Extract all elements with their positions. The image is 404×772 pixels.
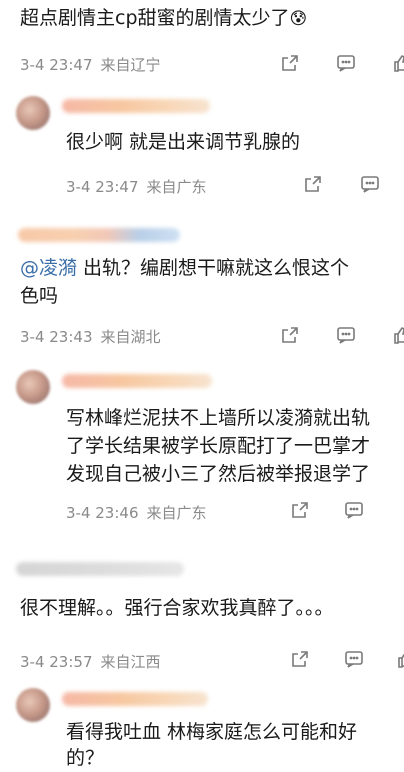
comment-body: 的？ [66,747,105,769]
timestamp: 3-4 23:47 [20,56,93,74]
username-blurred[interactable] [18,228,180,242]
location: 来自江西 [100,653,161,671]
comment-text-line2: 色吗 [20,282,58,310]
timestamp: 3-4 23:43 [20,328,93,346]
comment-meta: 3-4 23:46 来自广东 [66,502,207,523]
username-blurred[interactable] [62,99,210,113]
like-icon[interactable] [396,649,404,669]
reply-text-line3: 发现自己被小三了然后被举报退学了 [66,460,370,488]
comment-text: 超点剧情主cp甜蜜的剧情太少了😰 [20,4,307,33]
share-icon[interactable] [280,53,300,73]
timestamp: 3-4 23:47 [66,178,139,196]
comment-body: 看得我吐血 林梅家庭怎么可能和好 [66,721,358,743]
location: 来自广东 [146,504,207,522]
comment-icon[interactable] [336,53,356,73]
comment-text: 很不理解。。强行合家欢我真醉了。。。 [20,594,334,622]
comment-icon[interactable] [344,649,364,669]
username-blurred[interactable] [62,692,208,706]
comment-meta: 3-4 23:47 来自辽宁 [20,54,161,75]
comment-icon[interactable] [344,500,364,520]
share-icon[interactable] [290,649,310,669]
location: 来自广东 [146,178,207,196]
comment-body: 超点剧情主cp甜蜜的剧情太少了 [20,7,290,29]
comment-icon[interactable] [360,174,380,194]
reply-text-line1: 看得我吐血 林梅家庭怎么可能和好 [66,718,357,746]
timestamp: 3-4 23:57 [20,653,93,671]
reply-text-line2: 了学长结果被学长原配打了一巴掌才 [66,432,370,460]
comment-body: 写林峰烂泥扶不上墙所以凌漪就出轨 [66,407,371,429]
comment-body: 很少啊 就是出来调节乳腺的 [66,131,301,153]
reply-text: 很少啊 就是出来调节乳腺的 [66,128,300,156]
comment-body: 了学长结果被学长原配打了一巴掌才 [66,435,371,457]
mention-link[interactable]: @凌漪 [20,257,77,279]
comment-body: 很不理解。。强行合家欢我真醉了。。。 [20,597,334,619]
comment-body: 发现自己被小三了然后被举报退学了 [66,463,371,485]
avatar[interactable] [16,96,50,130]
comment-meta: 3-4 23:43 来自湖北 [20,326,161,347]
reply-text-line2: 的？ [66,744,104,772]
share-icon[interactable] [303,174,323,194]
comment-text: @凌漪 出轨？编剧想干嘛就这么恨这个 [20,254,349,282]
avatar[interactable] [16,688,50,722]
timestamp: 3-4 23:46 [66,504,139,522]
emoji-icon: 😰 [289,9,308,29]
comment-body-cont: 色吗 [20,285,59,307]
username-blurred[interactable] [16,562,184,576]
avatar[interactable] [16,370,50,404]
location: 来自辽宁 [100,56,161,74]
like-icon[interactable] [392,325,404,345]
share-icon[interactable] [290,500,310,520]
comment-meta: 3-4 23:47 来自广东 [66,176,207,197]
username-blurred[interactable] [62,374,212,388]
like-icon[interactable] [392,53,404,73]
comment-meta: 3-4 23:57 来自江西 [20,651,161,672]
comment-icon[interactable] [336,325,356,345]
share-icon[interactable] [280,325,300,345]
reply-text-line1: 写林峰烂泥扶不上墙所以凌漪就出轨 [66,404,370,432]
comment-body: 出轨？编剧想干嘛就这么恨这个 [77,257,350,279]
location: 来自湖北 [100,328,161,346]
